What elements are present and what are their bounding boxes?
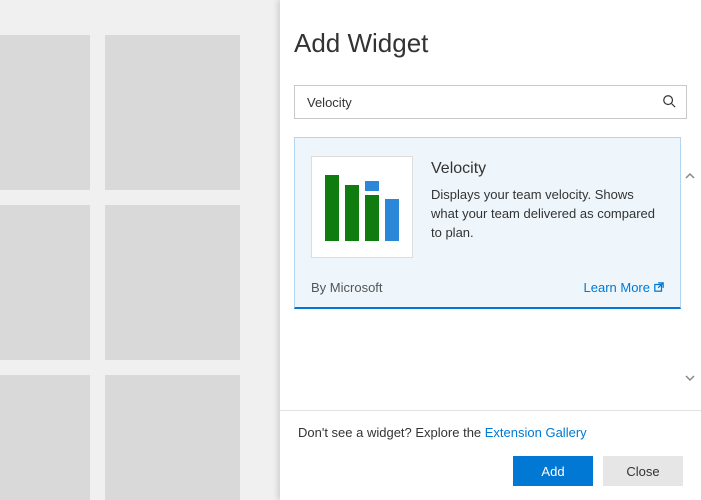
widget-publisher: By Microsoft bbox=[311, 280, 383, 295]
widget-results: Velocity Displays your team velocity. Sh… bbox=[294, 137, 681, 309]
widget-search-box[interactable] bbox=[294, 85, 687, 119]
dashboard-grid-bg bbox=[0, 0, 280, 500]
dashboard-tile bbox=[0, 35, 90, 190]
scroll-down-icon[interactable] bbox=[682, 372, 697, 384]
add-widget-panel: Add Widget Velocity Displays bbox=[280, 0, 701, 500]
close-button[interactable]: Close bbox=[603, 456, 683, 486]
widget-result-description: Displays your team velocity. Shows what … bbox=[431, 186, 664, 243]
search-icon[interactable] bbox=[662, 94, 676, 111]
external-link-icon bbox=[654, 280, 664, 295]
panel-footer: Don't see a widget? Explore the Extensio… bbox=[280, 410, 701, 500]
dashboard-tile bbox=[105, 205, 240, 360]
results-scrollbar[interactable] bbox=[682, 170, 697, 388]
widget-thumbnail-velocity-icon bbox=[311, 156, 413, 258]
widget-result-velocity[interactable]: Velocity Displays your team velocity. Sh… bbox=[294, 137, 681, 309]
widget-result-title: Velocity bbox=[431, 160, 664, 178]
footer-prompt: Don't see a widget? Explore the Extensio… bbox=[298, 425, 683, 440]
widget-search-input[interactable] bbox=[305, 94, 662, 111]
dashboard-tile bbox=[105, 35, 240, 190]
dashboard-tile bbox=[0, 375, 90, 500]
scroll-up-icon[interactable] bbox=[682, 170, 697, 182]
dashboard-tile bbox=[0, 205, 90, 360]
dashboard-tile bbox=[105, 375, 240, 500]
extension-gallery-link[interactable]: Extension Gallery bbox=[485, 425, 587, 440]
learn-more-link[interactable]: Learn More bbox=[584, 280, 664, 295]
add-button[interactable]: Add bbox=[513, 456, 593, 486]
panel-title: Add Widget bbox=[294, 28, 701, 59]
